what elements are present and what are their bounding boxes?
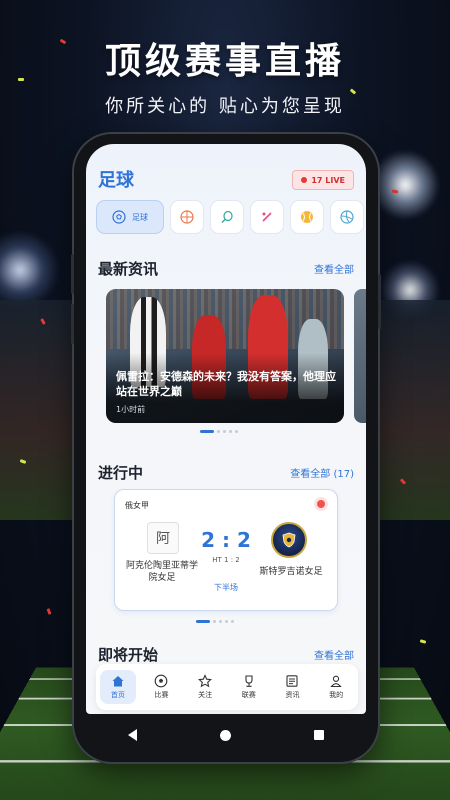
league-name: 俄女甲 xyxy=(125,501,149,510)
shield-crest-icon xyxy=(282,532,296,548)
phone-frame: 足球 17 LIVE 足球 最新资讯 查看全部 佩雷拉：安德森的未来？我没有答案… xyxy=(71,134,381,762)
tab-label: 比赛 xyxy=(154,691,169,699)
recent-apps-icon[interactable] xyxy=(314,730,325,740)
stadium-light xyxy=(370,150,440,220)
sport-tab-badminton[interactable] xyxy=(250,200,284,234)
tab-profile[interactable]: 我的 xyxy=(318,670,354,704)
sport-tab-basketball[interactable] xyxy=(170,200,204,234)
home-icon xyxy=(112,676,124,687)
app-screen: 足球 17 LIVE 足球 最新资讯 查看全部 佩雷拉：安德森的未来？我没有答案… xyxy=(86,144,366,714)
live-indicator-icon xyxy=(317,500,325,508)
promo-title: 顶级赛事直播 xyxy=(104,41,345,82)
news-headline: 佩雷拉：安德森的未来？我没有答案，他理应站在世界之巅 xyxy=(116,370,336,398)
next-news-card-peek[interactable] xyxy=(354,289,366,423)
soccer-ball-icon xyxy=(155,674,168,688)
news-card[interactable]: 佩雷拉：安德森的未来？我没有答案，他理应站在世界之巅 1小时前 xyxy=(106,289,344,423)
live-count-badge[interactable]: 17 LIVE xyxy=(292,170,354,190)
sport-tab-volleyball[interactable] xyxy=(330,200,364,234)
halftime-score: HT 1 : 2 xyxy=(212,556,240,564)
tab-news[interactable]: 资讯 xyxy=(274,670,310,704)
tab-label: 我的 xyxy=(329,691,344,699)
upcoming-section-title: 即将开始 xyxy=(98,646,159,664)
star-icon xyxy=(198,674,213,688)
live-see-all-link[interactable]: 查看全部 (17) xyxy=(290,465,354,480)
live-dot-icon xyxy=(301,177,308,183)
live-section-title: 进行中 xyxy=(98,464,144,482)
sport-tab-tennis[interactable] xyxy=(210,200,244,234)
tab-follow[interactable]: 关注 xyxy=(187,670,223,704)
upcoming-section-header: 即将开始 查看全部 xyxy=(98,644,354,665)
trophy-icon xyxy=(245,675,253,687)
basketball-icon xyxy=(180,210,194,224)
volleyball-icon xyxy=(340,210,354,224)
live-section-header: 进行中 查看全部 (17) xyxy=(98,462,354,483)
news-section-title: 最新资讯 xyxy=(98,260,159,278)
confetti xyxy=(419,639,427,644)
tab-label: 联赛 xyxy=(241,691,256,699)
bottom-tab-bar: 首页 比赛 关注 联赛 资讯 我的 xyxy=(96,664,358,710)
football-icon xyxy=(112,210,126,224)
live-match-card[interactable]: 俄女甲 阿 阿克伦陶里亚蒂学院女足 2 : 2 HT 1 : 2 下半场 斯特罗… xyxy=(114,489,338,611)
news-section-header: 最新资讯 查看全部 xyxy=(98,258,354,279)
away-team-name: 斯特罗吉诺女足 xyxy=(259,567,323,577)
tab-label: 首页 xyxy=(110,691,125,699)
news-icon xyxy=(286,675,299,687)
tab-leagues[interactable]: 联赛 xyxy=(231,670,267,704)
live-count-text: 17 LIVE xyxy=(311,175,345,185)
system-nav-bar xyxy=(86,714,366,756)
tab-matches[interactable]: 比赛 xyxy=(143,670,179,704)
tennis-icon xyxy=(221,210,233,223)
tab-label: 关注 xyxy=(198,691,213,699)
user-icon xyxy=(330,675,342,688)
home-circle-icon[interactable] xyxy=(219,729,231,741)
baseball-icon xyxy=(301,211,313,223)
news-carousel-indicator xyxy=(200,430,238,433)
sport-filter-bar: 足球 xyxy=(96,200,364,234)
upcoming-see-all-link[interactable]: 查看全部 xyxy=(314,647,354,662)
confetti xyxy=(46,608,52,615)
page-title: 足球 xyxy=(98,170,134,191)
news-see-all-link[interactable]: 查看全部 xyxy=(314,261,354,276)
news-time: 1小时前 xyxy=(116,405,146,414)
match-carousel-indicator xyxy=(196,620,234,623)
stadium-light xyxy=(0,230,60,310)
home-team-logo: 阿 xyxy=(147,522,179,554)
badminton-icon xyxy=(262,212,272,222)
sport-tab-baseball[interactable] xyxy=(290,200,324,234)
tab-home[interactable]: 首页 xyxy=(99,670,136,704)
promo-subtitle: 你所关心的 贴心为您呈现 xyxy=(105,96,345,117)
home-logo-text: 阿 xyxy=(156,531,170,547)
away-team-logo xyxy=(271,522,307,558)
back-icon[interactable] xyxy=(127,729,137,741)
match-score: 2 : 2 xyxy=(201,528,251,552)
tab-label: 资讯 xyxy=(285,691,300,699)
home-team-name: 阿克伦陶里亚蒂学院女足 xyxy=(125,561,198,583)
match-period: 下半场 xyxy=(214,583,238,592)
sport-tab-label: 足球 xyxy=(132,212,148,222)
sport-tab-football[interactable]: 足球 xyxy=(96,200,164,234)
